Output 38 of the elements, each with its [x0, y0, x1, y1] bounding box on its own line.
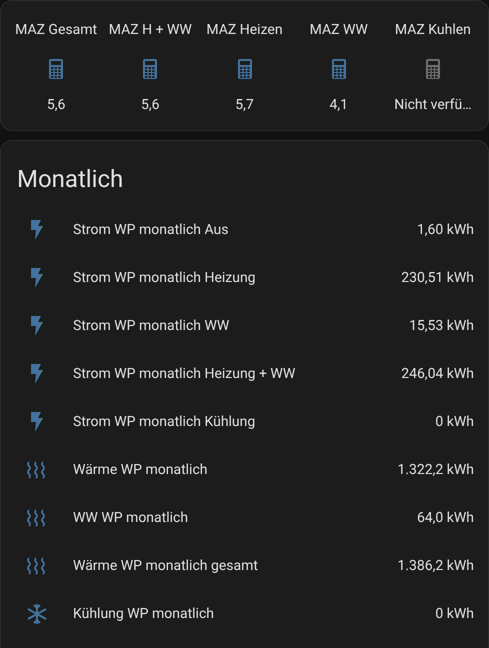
entity-value: 4,1 — [329, 96, 348, 115]
entity-value: 1,60 kWh — [416, 220, 474, 240]
entity-value: 15,53 kWh — [409, 316, 474, 336]
entity-value: 230,51 kWh — [401, 268, 474, 288]
heat-waves-icon — [27, 557, 47, 575]
entity-name: MAZ H + WW — [108, 21, 192, 40]
entity-name: Strom WP monatlich Heizung — [73, 268, 257, 288]
entity-value: Nicht verfü… — [394, 96, 472, 115]
entity-name: Wärme WP monatlich gesamt — [73, 556, 259, 576]
snowflake-icon — [26, 603, 48, 625]
entity-value: 64,0 kWh — [416, 508, 474, 528]
entity-value: 1.386,2 kWh — [398, 556, 474, 576]
lightning-bolt-icon — [31, 364, 43, 384]
lightning-bolt-icon — [31, 316, 43, 336]
card-title: Monatlich — [16, 164, 124, 195]
entity-name: Strom WP monatlich Kühlung — [73, 412, 256, 432]
entity-name: MAZ Heizen — [206, 21, 283, 40]
entity-value: 5,7 — [235, 96, 254, 115]
entity-name: WW WP monatlich — [73, 508, 190, 528]
entity-name: MAZ Kuhlen — [394, 21, 471, 40]
lightning-bolt-icon — [31, 412, 43, 432]
entity-value: 5,6 — [46, 96, 66, 115]
entity-name: Strom WP monatlich Aus — [73, 220, 230, 240]
entity-value: 0 kWh — [435, 412, 474, 432]
entity-value: 246,04 kWh — [401, 364, 474, 384]
heat-waves-icon — [27, 461, 47, 479]
entity-value: 1.322,2 kWh — [398, 460, 474, 480]
entity-name: MAZ Gesamt — [15, 21, 98, 40]
lightning-bolt-icon — [31, 268, 43, 288]
entity-name: Kühlung WP monatlich — [73, 604, 216, 624]
entity-name: Wärme WP monatlich — [73, 460, 208, 480]
entity-value: 0 kWh — [435, 604, 474, 624]
entity-name: MAZ WW — [310, 21, 368, 40]
lightning-bolt-icon — [31, 220, 43, 240]
entity-name: Strom WP monatlich Heizung + WW — [73, 364, 296, 384]
entity-name: Strom WP monatlich WW — [73, 316, 230, 336]
entity-value: 5,6 — [141, 96, 160, 115]
heat-waves-icon — [27, 509, 47, 527]
